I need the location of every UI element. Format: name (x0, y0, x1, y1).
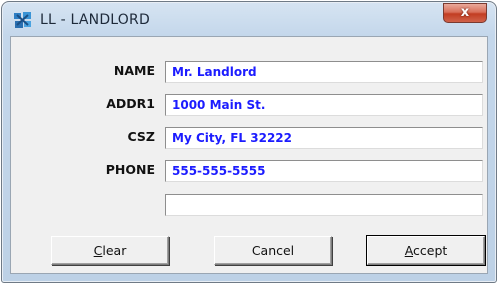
addr1-field[interactable] (165, 94, 483, 116)
name-field[interactable] (165, 61, 483, 83)
window-title: LL - LANDLORD (40, 12, 150, 28)
form-area: NAME ADDR1 CSZ PHONE Clear Cancel Accept (10, 36, 488, 274)
addr1-label: ADDR1 (106, 96, 155, 111)
clear-label-rest: lear (102, 243, 127, 258)
dialog-window: LL - LANDLORD x NAME ADDR1 CSZ PHONE Cle… (1, 1, 497, 283)
clear-button[interactable]: Clear (51, 236, 169, 265)
accept-label-rest: ccept (413, 243, 448, 258)
csz-field[interactable] (165, 127, 483, 149)
phone-label: PHONE (105, 162, 155, 177)
phone-field[interactable] (165, 160, 483, 182)
accept-mnemonic: A (404, 243, 414, 258)
accept-button[interactable]: Accept (367, 236, 485, 265)
close-icon[interactable]: x (443, 3, 487, 23)
name-label: NAME (113, 63, 155, 78)
title-bar[interactable]: LL - LANDLORD x (2, 2, 496, 36)
app-icon (13, 11, 33, 29)
cancel-button[interactable]: Cancel (214, 236, 332, 265)
extra-field[interactable] (165, 194, 483, 216)
csz-label: CSZ (127, 129, 155, 144)
